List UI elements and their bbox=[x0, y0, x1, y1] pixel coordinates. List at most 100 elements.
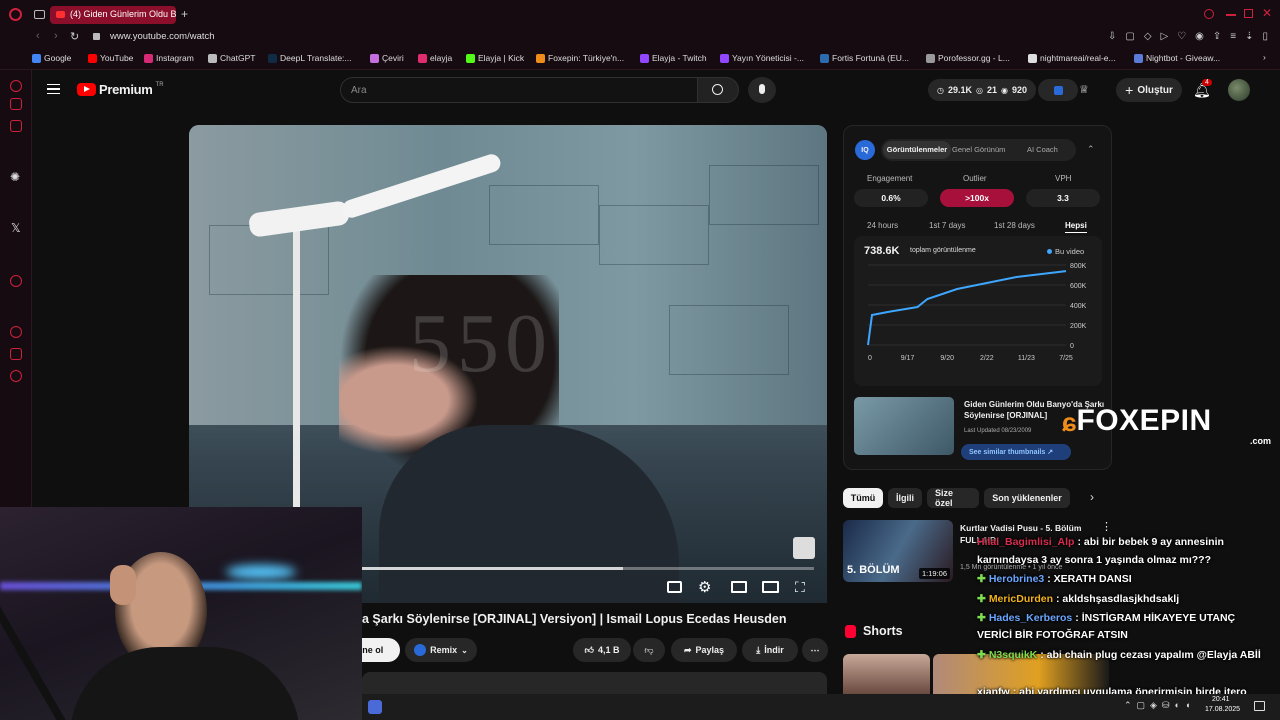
download-button[interactable]: ⤓ İndir bbox=[742, 638, 798, 662]
youtube-logo[interactable]: Premium TR bbox=[77, 82, 164, 97]
panel-tab-0[interactable]: Görüntülenmeler bbox=[883, 141, 951, 159]
description-box[interactable] bbox=[362, 672, 827, 694]
like-count: 4,1 B bbox=[597, 645, 620, 655]
bookmarks-bar: Google YouTube Instagram ChatGPT DeepL Trans… bbox=[0, 48, 1280, 70]
bookmark-2[interactable]: Instagram bbox=[144, 53, 194, 63]
tab-title: (4) Giden Günlerim Oldu B bbox=[70, 9, 176, 19]
bookmark-13[interactable]: nightmareai/real-e... bbox=[1028, 53, 1116, 63]
panel-tab-1[interactable]: Genel Görünüm bbox=[952, 145, 1005, 154]
bookmarks-more-icon[interactable]: › bbox=[1263, 52, 1266, 62]
chip-recent[interactable]: Son yüklenenler bbox=[984, 488, 1070, 508]
tab-youtube[interactable]: (4) Giden Günlerim Oldu B bbox=[50, 6, 176, 24]
bookmark-1[interactable]: YouTube bbox=[88, 53, 133, 63]
back-icon[interactable]: ‹ bbox=[36, 30, 40, 42]
progress-bar[interactable] bbox=[359, 567, 814, 570]
search-tabs-icon[interactable] bbox=[1204, 9, 1214, 19]
range-all[interactable]: Hepsi bbox=[1065, 221, 1087, 233]
sidebar-icon-2[interactable] bbox=[10, 98, 22, 110]
chat-username: Hilal_Bagimlisi_Alp bbox=[977, 536, 1075, 548]
notification-center-icon[interactable] bbox=[1254, 701, 1265, 711]
fullscreen-button[interactable]: ⛶ bbox=[795, 579, 805, 596]
stat-views2: 920 bbox=[1011, 85, 1028, 95]
sidebar-icon-ext[interactable] bbox=[10, 348, 22, 360]
avatar[interactable] bbox=[1228, 79, 1250, 101]
rec-more-icon[interactable]: ⋮ bbox=[1101, 520, 1112, 533]
bookmark-14[interactable]: Nightbot - Giveaw... bbox=[1134, 53, 1220, 63]
chip-all[interactable]: Tümü bbox=[843, 488, 883, 508]
webcam-person-body bbox=[70, 647, 300, 720]
bookmark-6[interactable]: elayja bbox=[418, 53, 452, 63]
close-button[interactable]: ✕ bbox=[1262, 6, 1272, 20]
panel-tab-2[interactable]: AI Coach bbox=[1027, 145, 1058, 154]
taskbar-app-icon[interactable] bbox=[368, 700, 382, 714]
taskbar: ⌃▢◈⛁◐◖ 20:41 17.08.2025 bbox=[362, 694, 1280, 720]
chat-message: karnındaysa 3 ay sonra 1 yaşında olmaz m… bbox=[977, 554, 1211, 566]
bookmark-label: YouTube bbox=[100, 53, 134, 63]
similar-thumbnails-button[interactable]: See similar thumbnails ↗ bbox=[961, 444, 1071, 460]
dislike-button[interactable]: 👎︎ bbox=[633, 638, 665, 662]
bookmark-4[interactable]: DeepL Translate:... bbox=[268, 53, 352, 63]
chart-total-label[interactable]: toplam görüntülenme bbox=[910, 247, 976, 254]
opera-logo-icon[interactable] bbox=[9, 8, 22, 21]
rec-thumbnail[interactable]: 5. BÖLÜM 1:19:06 bbox=[843, 520, 953, 582]
range-24h[interactable]: 24 hours bbox=[867, 221, 898, 230]
tile bbox=[489, 185, 599, 245]
range-28d[interactable]: 1st 28 days bbox=[994, 221, 1035, 230]
settings-gear-icon[interactable]: ⚙ bbox=[698, 578, 711, 596]
bookmark-0[interactable]: Google bbox=[32, 53, 71, 63]
bookmark-label: Yayın Yöneticisi -... bbox=[732, 53, 804, 63]
sidebar-icon-1[interactable] bbox=[10, 80, 22, 92]
chips-next-icon[interactable]: › bbox=[1090, 490, 1094, 504]
sidebar-icon-settings[interactable] bbox=[10, 370, 22, 382]
bookmark-5[interactable]: Çeviri bbox=[370, 53, 404, 63]
sidebar-icon-history[interactable] bbox=[10, 326, 22, 338]
more-actions-button[interactable]: ⋯ bbox=[802, 638, 828, 662]
forward-icon[interactable]: › bbox=[54, 30, 58, 42]
sidebar-icon-player[interactable] bbox=[10, 275, 22, 287]
bookmark-3[interactable]: ChatGPT bbox=[208, 53, 255, 63]
similar-thumbnail[interactable] bbox=[854, 397, 954, 455]
chip-related[interactable]: İlgili bbox=[888, 488, 922, 508]
create-button[interactable]: + Oluştur bbox=[1116, 78, 1182, 102]
header-stats-pill[interactable]: ◷ 29.1K ◎ 21 ◉ 920 bbox=[928, 79, 1036, 101]
bookmark-9[interactable]: Elayja - Twitch bbox=[640, 53, 707, 63]
bookmark-7[interactable]: Elayja | Kick bbox=[466, 53, 524, 63]
theater-mode-button[interactable] bbox=[762, 581, 779, 593]
reload-icon[interactable]: ↻ bbox=[70, 30, 79, 43]
fox-icon: ɕ bbox=[1062, 407, 1077, 437]
bookmark-12[interactable]: Porofessor.gg - L... bbox=[926, 53, 1010, 63]
stats-overlay-icon[interactable] bbox=[793, 537, 815, 559]
chatgpt-icon[interactable]: ✺ bbox=[10, 170, 20, 184]
sidebar-icon-3[interactable] bbox=[10, 120, 22, 132]
voice-search-button[interactable] bbox=[748, 77, 776, 103]
collapse-icon[interactable]: ⌃ bbox=[1087, 144, 1095, 155]
vidiq-button[interactable] bbox=[1038, 79, 1078, 101]
menu-icon[interactable] bbox=[47, 84, 60, 94]
subtitles-button[interactable] bbox=[667, 581, 682, 593]
tab-switcher-icon[interactable] bbox=[34, 10, 45, 19]
extension-icons[interactable]: ⇩▢◇▷♡◉⇪≡⇣▯ bbox=[1108, 31, 1277, 42]
tray-icons[interactable]: ⌃▢◈⛁◐◖ bbox=[1124, 700, 1195, 711]
search-button[interactable] bbox=[697, 77, 739, 103]
share-button[interactable]: ➦ Paylaş bbox=[671, 638, 737, 662]
new-tab-button[interactable]: + bbox=[181, 7, 188, 21]
url-field[interactable]: www.youtube.com/watch bbox=[110, 31, 215, 42]
notifications-button[interactable]: 🔔︎ 4 bbox=[1193, 79, 1212, 100]
chip-for-you[interactable]: Size özel bbox=[927, 488, 979, 508]
like-button[interactable]: 👍︎ 4,1 B bbox=[573, 638, 631, 662]
like-icon: 👍︎ bbox=[584, 644, 594, 655]
trophy-icon[interactable]: ♕ bbox=[1079, 83, 1089, 96]
clock-date[interactable]: 17.08.2025 bbox=[1205, 706, 1240, 713]
clock-time[interactable]: 20:41 bbox=[1212, 696, 1230, 703]
x-icon[interactable]: 𝕏 bbox=[11, 221, 21, 235]
range-7d[interactable]: 1st 7 days bbox=[929, 221, 965, 230]
search-input[interactable]: Ara bbox=[340, 77, 698, 103]
bookmark-10[interactable]: Yayın Yöneticisi -... bbox=[720, 53, 804, 63]
bookmark-11[interactable]: Fortis Fortunā (EU... bbox=[820, 53, 909, 63]
maximize-button[interactable] bbox=[1244, 9, 1253, 18]
miniplayer-button[interactable] bbox=[731, 581, 747, 593]
minimize-button[interactable] bbox=[1226, 14, 1236, 16]
bookmark-8[interactable]: Foxepin: Türkiye'n... bbox=[536, 53, 624, 63]
short-thumb-1[interactable] bbox=[843, 654, 930, 694]
remix-button[interactable]: Remix ⌄ bbox=[405, 638, 477, 662]
